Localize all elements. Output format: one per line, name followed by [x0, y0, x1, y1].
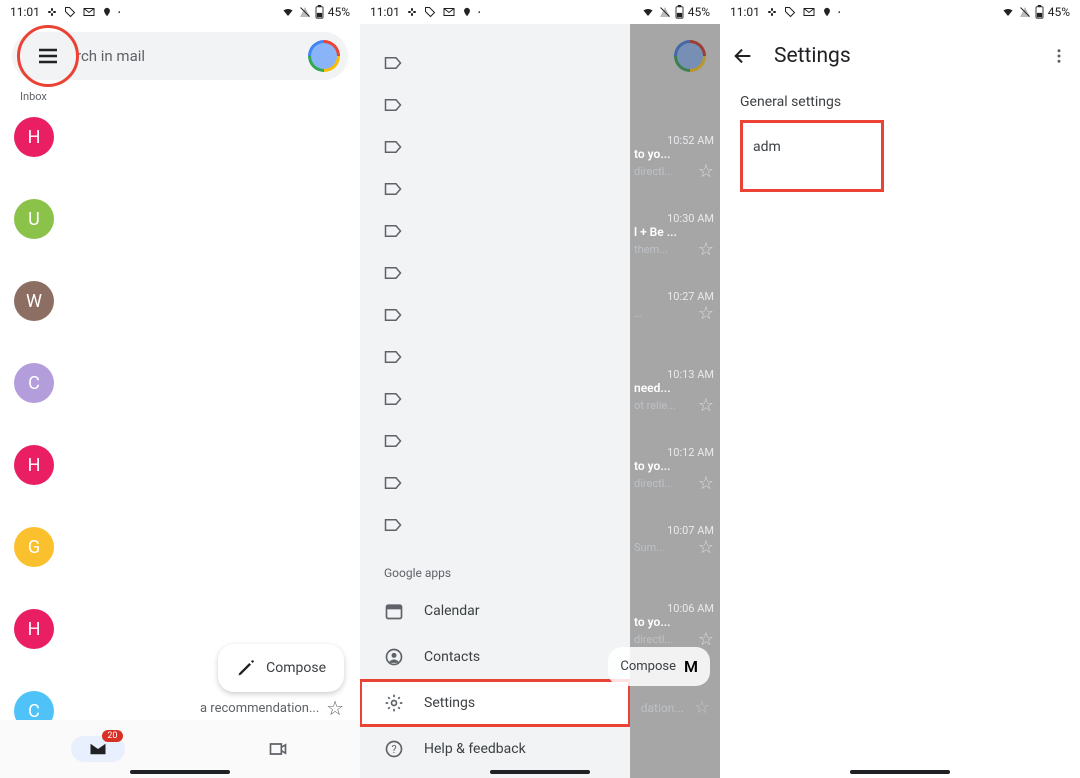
drawer-label-item[interactable] [384, 252, 630, 294]
slack-icon [766, 6, 778, 18]
wifi-icon [641, 6, 655, 18]
email-snippet-dim: dation... ☆ [641, 697, 710, 718]
dot-icon: • [478, 8, 481, 17]
slack-icon [406, 6, 418, 18]
status-bar: 11:01 • [0, 0, 360, 24]
mail-tab[interactable]: 20 [71, 736, 125, 762]
drawer-label-item[interactable] [384, 168, 630, 210]
sender-avatar[interactable]: W [14, 281, 54, 321]
location-icon [462, 6, 472, 18]
drawer-label-item[interactable] [384, 42, 630, 84]
email-peek: 10:06 AMto yo...directl...☆ [634, 602, 714, 650]
tag-icon [424, 6, 436, 18]
drawer-item-settings[interactable]: Settings [360, 680, 630, 726]
pencil-icon [236, 658, 256, 678]
wifi-icon [1001, 6, 1015, 18]
drawer-label-item[interactable] [384, 336, 630, 378]
search-bar[interactable]: rch in mail [12, 32, 348, 80]
scrim[interactable]: 10:52 AMto yo...directl...☆ 10:30 AMl + B… [630, 24, 720, 778]
status-time: 11:01 [370, 5, 400, 19]
drawer-label-item[interactable] [384, 126, 630, 168]
email-peek: 10:27 AM...☆ [634, 290, 714, 324]
search-placeholder: rch in mail [76, 47, 308, 65]
inbox-label: Inbox [0, 90, 360, 103]
email-snippet: a recommendation... ☆ [200, 696, 344, 720]
battery-icon [675, 5, 684, 19]
hamburger-menu-button[interactable] [20, 28, 76, 84]
unread-badge: 20 [102, 730, 122, 742]
compose-button[interactable]: Compose [218, 644, 344, 692]
email-peek: 10:13 AMneed...ot relie...☆ [634, 368, 714, 416]
meet-tab[interactable] [266, 739, 290, 759]
sender-avatar[interactable]: H [14, 445, 54, 485]
battery-icon [315, 5, 324, 19]
status-bar: 11:01 • 45% [720, 0, 1080, 24]
drawer-item-help[interactable]: ? Help & feedback [360, 726, 630, 772]
star-icon[interactable]: ☆ [326, 696, 344, 720]
page-title: Settings [774, 44, 851, 68]
gesture-handle[interactable] [490, 770, 590, 774]
compose-button-dim: Compose M [608, 647, 710, 686]
email-peek: 10:12 AMto yo...directl...☆ [634, 446, 714, 494]
dot-icon: • [118, 8, 121, 17]
gmail-icon [442, 6, 456, 18]
account-item-highlighted[interactable]: adm [740, 120, 884, 192]
email-peek: 10:07 AMSum...☆ [634, 524, 714, 558]
gmail-icon [802, 6, 816, 18]
screen-drawer: 11:01 • 45% Google apps Calendar [360, 0, 720, 778]
bottom-nav: 20 [0, 720, 360, 778]
drawer-label-item[interactable] [384, 504, 630, 546]
status-time: 11:01 [730, 5, 760, 19]
location-icon [822, 6, 832, 18]
status-battery: 45% [1048, 5, 1070, 19]
status-battery: 45% [328, 5, 350, 19]
sender-avatar[interactable]: G [14, 527, 54, 567]
wifi-icon [281, 6, 295, 18]
dot-icon: • [838, 8, 841, 17]
nav-drawer: Google apps Calendar Contacts Settings ?… [360, 24, 630, 778]
svg-text:?: ? [391, 743, 396, 756]
signal-off-icon [299, 6, 311, 18]
drawer-label-item[interactable] [384, 420, 630, 462]
email-peek: 10:52 AMto yo...directl...☆ [634, 134, 714, 182]
screen-settings: 11:01 • 45% Settings [720, 0, 1080, 778]
account-avatar [674, 40, 706, 72]
drawer-label-item[interactable] [384, 294, 630, 336]
compose-label: Compose [266, 660, 326, 676]
drawer-label-item[interactable] [384, 462, 630, 504]
email-peek: 10:30 AMl + Be ...them...☆ [634, 212, 714, 260]
slack-icon [46, 6, 58, 18]
star-icon: ☆ [694, 697, 710, 718]
sender-avatar[interactable]: H [14, 117, 54, 157]
tag-icon [64, 6, 76, 18]
battery-icon [1035, 5, 1044, 19]
status-bar: 11:01 • 45% [360, 0, 720, 24]
gesture-handle[interactable] [850, 770, 950, 774]
google-apps-header: Google apps [360, 556, 630, 588]
overflow-menu-button[interactable] [1050, 45, 1068, 67]
general-settings-item[interactable]: General settings [740, 94, 1060, 110]
location-icon [102, 6, 112, 18]
signal-off-icon [659, 6, 671, 18]
drawer-item-contacts[interactable]: Contacts [360, 634, 630, 680]
tag-icon [784, 6, 796, 18]
sender-avatar[interactable]: U [14, 199, 54, 239]
gesture-handle[interactable] [130, 770, 230, 774]
drawer-label-item[interactable] [384, 84, 630, 126]
drawer-label-item[interactable] [384, 210, 630, 252]
screen-inbox: 11:01 • [0, 0, 360, 778]
sender-avatar[interactable]: H [14, 609, 54, 649]
gmail-icon [82, 6, 96, 18]
status-time: 11:01 [10, 5, 40, 19]
drawer-item-calendar[interactable]: Calendar [360, 588, 630, 634]
sender-avatar[interactable]: C [14, 363, 54, 403]
account-avatar[interactable] [308, 40, 340, 72]
status-battery: 45% [688, 5, 710, 19]
signal-off-icon [1019, 6, 1031, 18]
drawer-label-item[interactable] [384, 378, 630, 420]
back-button[interactable] [732, 45, 754, 67]
